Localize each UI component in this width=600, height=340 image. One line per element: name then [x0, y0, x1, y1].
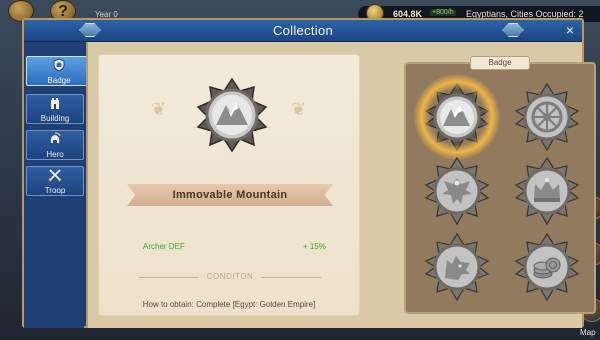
- condition-title: CONDITON: [206, 272, 254, 281]
- badge-grid-title: Badge: [470, 56, 530, 70]
- bonus-value: + 15%: [303, 242, 326, 251]
- badge-slot-mountain[interactable]: [414, 74, 500, 160]
- wheel-badge-icon: [514, 82, 580, 152]
- ornament-flourish-icon: ❦: [151, 99, 167, 119]
- tab-building[interactable]: Building: [26, 94, 84, 124]
- shield-icon: [52, 57, 66, 75]
- tower-icon: [49, 96, 61, 113]
- map-label: Map: [580, 328, 596, 337]
- ornament-flourish-icon: ❦: [291, 99, 307, 119]
- tab-hero-label: Hero: [46, 149, 64, 159]
- badge-slot-crown[interactable]: [510, 154, 584, 228]
- badge-detail-panel: ❦ ❦ Immovable Mountain Archer DEF + 15% …: [98, 54, 360, 316]
- selected-badge-icon: [196, 77, 268, 153]
- dialog-title-bar: Collection ×: [24, 20, 582, 42]
- tab-badge[interactable]: Badge: [26, 56, 92, 86]
- badge-name-ribbon: Immovable Mountain: [127, 184, 333, 206]
- tab-troop[interactable]: Troop: [26, 166, 84, 196]
- badge-slot-coins[interactable]: [510, 230, 584, 304]
- swords-icon: [48, 168, 62, 185]
- eagle-badge-icon: [424, 156, 490, 226]
- badge-grid-panel: Badge: [404, 56, 596, 314]
- tab-badge-label: Badge: [47, 75, 71, 85]
- badge-slot-wolf[interactable]: [420, 230, 494, 304]
- selection-glow: [414, 74, 500, 160]
- badge-name: Immovable Mountain: [172, 189, 288, 201]
- collection-content: ❦ ❦ Immovable Mountain Archer DEF + 15% …: [86, 42, 596, 328]
- divider: [261, 277, 321, 278]
- crown-badge-icon: [514, 156, 580, 226]
- tab-hero[interactable]: Hero: [26, 130, 84, 160]
- helmet-icon: [48, 131, 62, 149]
- badge-slot-wheel[interactable]: [510, 80, 584, 154]
- wolf-badge-icon: [424, 232, 490, 302]
- tab-troop-label: Troop: [44, 185, 66, 195]
- dialog-title: Collection: [272, 23, 334, 38]
- close-button[interactable]: ×: [562, 22, 578, 38]
- bonus-label: Archer DEF: [143, 242, 185, 251]
- coins-badge-icon: [514, 232, 580, 302]
- collection-dialog: Collection × Badge Building Hero Troop ❦…: [22, 18, 596, 328]
- tab-building-label: Building: [40, 113, 70, 123]
- category-tabs: Badge Building Hero Troop: [24, 42, 92, 328]
- badge-slot-eagle[interactable]: [420, 154, 494, 228]
- gold-rate: +800/h: [430, 9, 456, 16]
- obtain-condition-text: How to obtain: Complete [Egypt: Golden E…: [142, 300, 316, 309]
